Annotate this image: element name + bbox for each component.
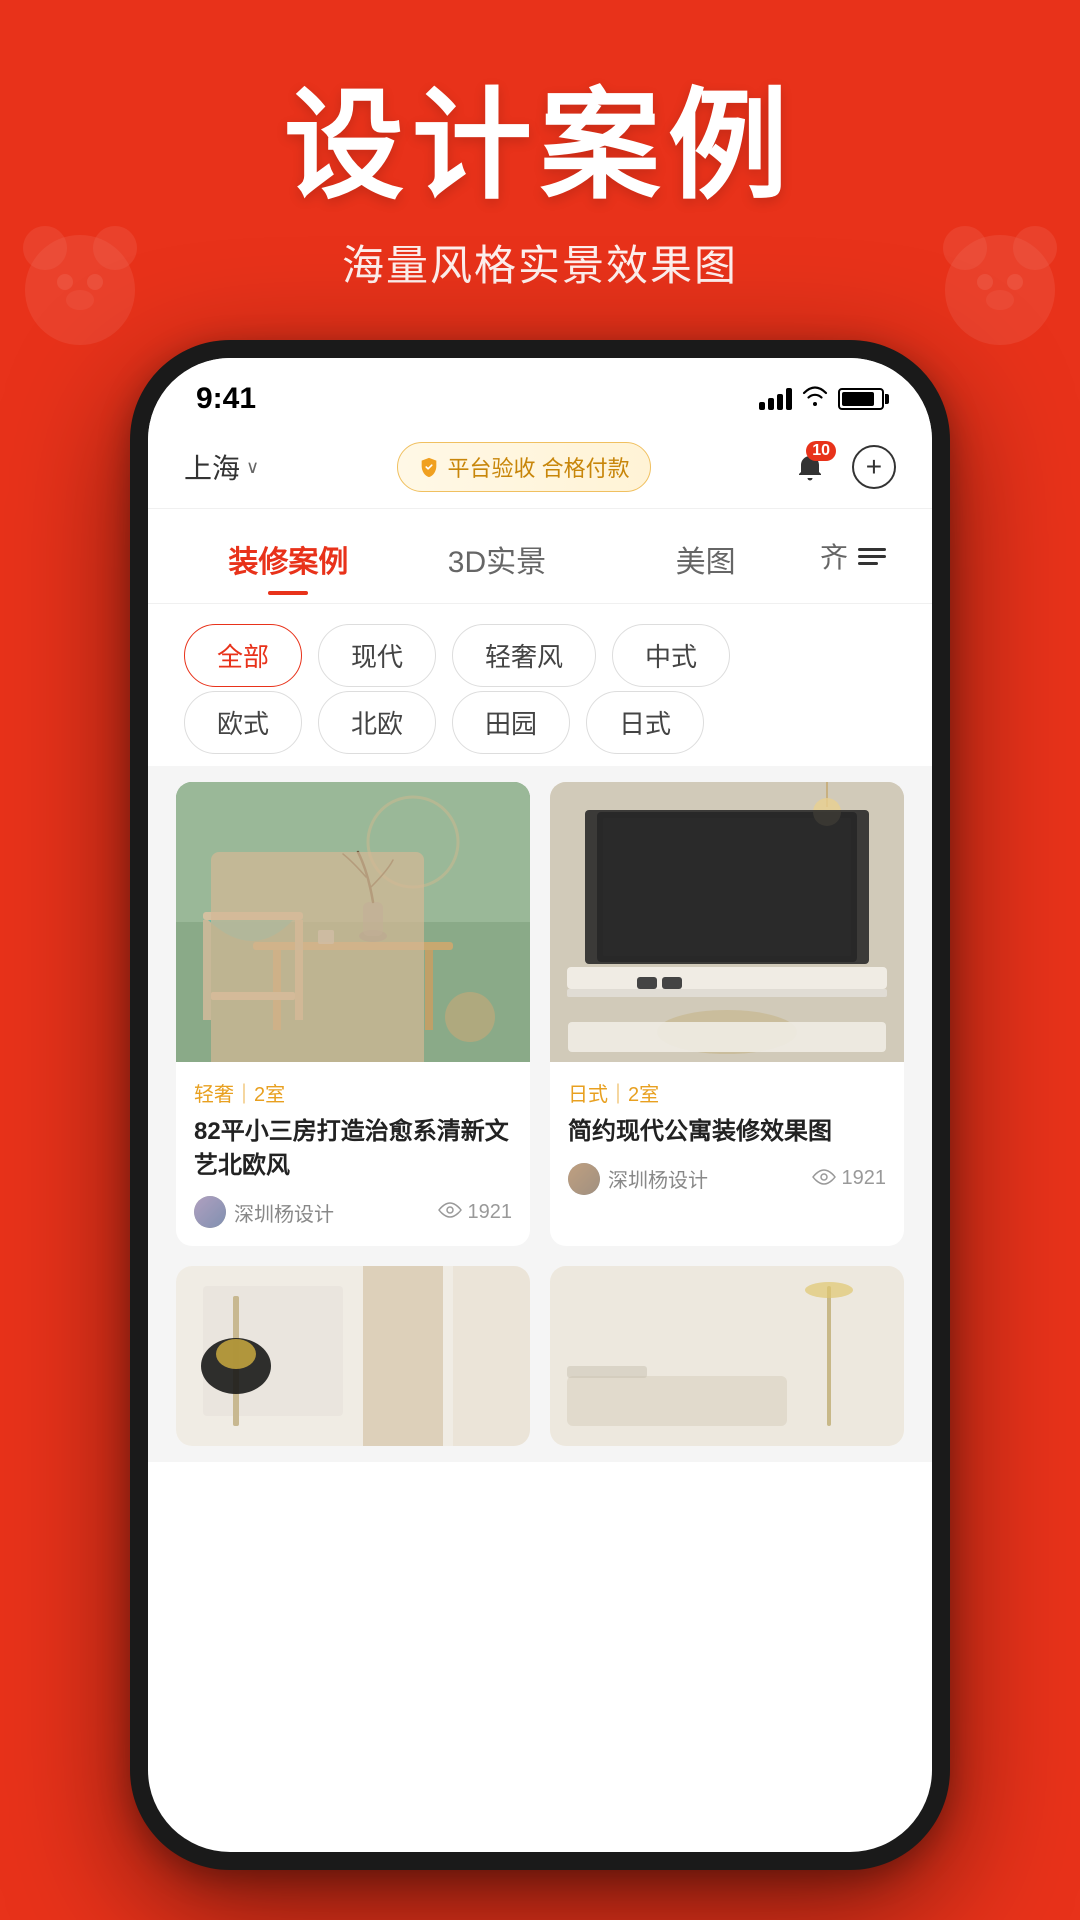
phone-screen: 9:41 xyxy=(148,358,932,1852)
card-image-3 xyxy=(176,1266,530,1446)
tab-photos[interactable]: 美图 xyxy=(601,509,810,603)
phone-frame: 9:41 xyxy=(130,340,950,1870)
phone-container: 9:41 xyxy=(130,340,950,1870)
card-views-2: 1921 xyxy=(812,1166,887,1192)
sub-title: 海量风格实景效果图 xyxy=(0,232,1080,293)
card-image-1 xyxy=(176,782,530,1062)
location-selector[interactable]: 上海 ∨ xyxy=(184,447,259,487)
filter-chips-row2: 欧式 北欧 田园 日式 xyxy=(148,691,932,766)
card-footer-2: 深圳杨设计 1921 xyxy=(568,1163,886,1195)
verify-badge: 平台验收 合格付款 xyxy=(397,442,651,492)
header-actions: 10 + xyxy=(788,445,896,489)
filter-chip-nordic[interactable]: 北欧 xyxy=(318,691,436,754)
wifi-icon xyxy=(802,386,828,412)
status-bar: 9:41 xyxy=(148,358,932,426)
filter-chip-japanese[interactable]: 日式 xyxy=(586,691,704,754)
shield-icon xyxy=(418,456,440,478)
card-footer-1: 深圳杨设计 1921 xyxy=(194,1196,512,1228)
filter-chip-european[interactable]: 欧式 xyxy=(184,691,302,754)
content-card-1[interactable]: 轻奢｜2室 82平小三房打造治愈系清新文艺北欧风 深圳杨设计 xyxy=(176,782,530,1246)
tab-renovation-cases[interactable]: 装修案例 xyxy=(184,509,393,603)
filter-chip-all[interactable]: 全部 xyxy=(184,624,302,687)
room1-illustration xyxy=(176,782,530,1062)
card-title-2: 简约现代公寓装修效果图 xyxy=(568,1115,886,1149)
content-card-4[interactable] xyxy=(550,1266,904,1446)
eye-icon-2 xyxy=(812,1166,836,1192)
main-title: 设计案例 xyxy=(0,80,1080,212)
card-author-1: 深圳杨设计 xyxy=(194,1196,334,1228)
room2-illustration xyxy=(550,782,904,1062)
filter-chip-chinese[interactable]: 中式 xyxy=(612,624,730,687)
notification-button[interactable]: 10 xyxy=(788,445,832,489)
nav-tabs: 装修案例 3D实景 美图 齐 xyxy=(148,509,932,604)
author-avatar-1 xyxy=(194,1196,226,1228)
filter-chip-modern[interactable]: 现代 xyxy=(318,624,436,687)
filter-chip-garden[interactable]: 田园 xyxy=(452,691,570,754)
room3-illustration xyxy=(176,1266,530,1446)
menu-lines-icon xyxy=(858,548,886,565)
author-name-1: 深圳杨设计 xyxy=(234,1198,334,1227)
filter-chips-container: 全部 现代 轻奢风 中式 xyxy=(148,604,932,691)
card-title-1: 82平小三房打造治愈系清新文艺北欧风 xyxy=(194,1115,512,1182)
notification-badge: 10 xyxy=(806,441,836,461)
view-count-1: 1921 xyxy=(468,1201,513,1224)
battery-icon xyxy=(838,388,884,410)
content-grid: 轻奢｜2室 82平小三房打造治愈系清新文艺北欧风 深圳杨设计 xyxy=(148,766,932,1462)
signal-icon xyxy=(759,388,792,410)
view-count-2: 1921 xyxy=(842,1167,887,1190)
eye-icon-1 xyxy=(438,1199,462,1225)
author-name-2: 深圳杨设计 xyxy=(608,1164,708,1193)
content-card-2[interactable]: 日式｜2室 简约现代公寓装修效果图 深圳杨设计 xyxy=(550,782,904,1246)
qi-text: 齐 xyxy=(820,536,848,576)
card-image-2 xyxy=(550,782,904,1062)
card-views-1: 1921 xyxy=(438,1199,513,1225)
content-card-3[interactable] xyxy=(176,1266,530,1446)
card-body-2: 日式｜2室 简约现代公寓装修效果图 深圳杨设计 xyxy=(550,1062,904,1213)
filter-chip-light-luxury[interactable]: 轻奢风 xyxy=(452,624,596,687)
card-image-4 xyxy=(550,1266,904,1446)
location-text: 上海 xyxy=(184,447,240,487)
room4-illustration xyxy=(550,1266,904,1446)
add-button[interactable]: + xyxy=(852,445,896,489)
author-avatar-2 xyxy=(568,1163,600,1195)
more-menu-button[interactable]: 齐 xyxy=(810,536,896,576)
header-section: 设计案例 海量风格实景效果图 xyxy=(0,0,1080,293)
card-tag-2: 日式｜2室 xyxy=(568,1078,886,1107)
card-tag-1: 轻奢｜2室 xyxy=(194,1078,512,1107)
verify-text: 平台验收 合格付款 xyxy=(448,451,630,483)
chevron-down-icon: ∨ xyxy=(246,457,259,478)
tab-3d-scene[interactable]: 3D实景 xyxy=(393,509,602,603)
card-author-2: 深圳杨设计 xyxy=(568,1163,708,1195)
status-time: 9:41 xyxy=(196,382,256,416)
card-body-1: 轻奢｜2室 82平小三房打造治愈系清新文艺北欧风 深圳杨设计 xyxy=(176,1062,530,1246)
app-header: 上海 ∨ 平台验收 合格付款 10 xyxy=(148,426,932,509)
status-icons xyxy=(759,386,884,412)
